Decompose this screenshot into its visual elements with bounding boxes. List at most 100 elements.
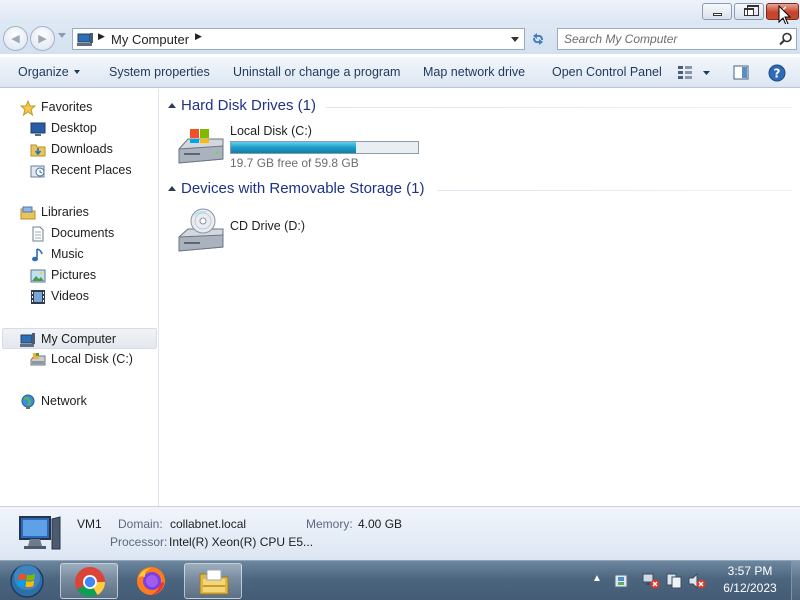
- breadcrumb-my-computer[interactable]: My Computer: [111, 32, 189, 47]
- libraries-icon: [20, 206, 36, 220]
- cd-drive-icon: [178, 208, 224, 252]
- nav-recent-places-label: Recent Places: [51, 163, 132, 177]
- back-arrow-icon: ◀: [11, 33, 20, 45]
- nav-videos-label: Videos: [51, 289, 89, 303]
- svg-text:?: ?: [774, 67, 781, 81]
- computer-icon: [20, 333, 35, 347]
- clock-time: 3:57 PM: [727, 564, 773, 578]
- nav-pictures-label: Pictures: [51, 268, 97, 282]
- collapse-arrow-icon[interactable]: [168, 186, 176, 191]
- drive-item-cd-drive-d[interactable]: CD Drive (D:): [176, 207, 376, 257]
- organize-button[interactable]: Organize: [18, 57, 80, 89]
- views-icon: [678, 66, 710, 79]
- volume-muted-icon[interactable]: [688, 573, 706, 589]
- preview-pane-button[interactable]: [733, 65, 749, 81]
- breadcrumb-separator-icon[interactable]: ▶: [195, 31, 202, 42]
- group-divider: [438, 190, 792, 191]
- search-icon[interactable]: [779, 32, 793, 46]
- memory-label: Memory:: [306, 517, 353, 531]
- group-divider: [326, 107, 792, 108]
- system-properties-button[interactable]: System properties: [109, 57, 210, 89]
- nav-downloads-label: Downloads: [51, 142, 113, 156]
- search-box[interactable]: [557, 28, 797, 50]
- preview-pane-icon: [733, 65, 749, 80]
- recent-pages-dropdown[interactable]: [58, 33, 66, 38]
- collapse-arrow-icon[interactable]: [168, 103, 176, 108]
- nav-local-disk[interactable]: Local Disk (C:): [30, 349, 150, 370]
- computer-icon: [77, 33, 93, 46]
- forward-button[interactable]: ▶: [30, 26, 55, 51]
- uninstall-program-button[interactable]: Uninstall or change a program: [233, 57, 400, 89]
- search-input[interactable]: [564, 31, 769, 47]
- nav-pictures[interactable]: Pictures: [30, 265, 150, 286]
- content-pane: Hard Disk Drives (1) Local Disk (C:) 19.…: [160, 89, 800, 506]
- minimize-button[interactable]: [702, 3, 732, 20]
- nav-recent-places[interactable]: Recent Places: [30, 160, 150, 181]
- map-network-drive-button[interactable]: Map network drive: [423, 57, 525, 89]
- details-pane: VM1 Domain: collabnet.local Memory: 4.00…: [0, 506, 800, 560]
- group-title: Devices with Removable Storage (1): [181, 180, 425, 197]
- address-history-dropdown[interactable]: [511, 37, 519, 42]
- processor-label: Processor:: [110, 535, 168, 549]
- taskbar: ▲ 3:57 PM 6/12/2023: [0, 560, 800, 600]
- refresh-icon[interactable]: [528, 29, 548, 49]
- help-icon: ?: [768, 64, 786, 82]
- forward-arrow-icon: ▶: [38, 33, 47, 45]
- taskbar-chrome[interactable]: [60, 563, 118, 599]
- show-hidden-icons-arrow-icon[interactable]: ▲: [592, 573, 602, 584]
- windows-explorer-folder-icon: [199, 569, 229, 595]
- disk-usage-fill: [231, 142, 357, 153]
- remote-display-icon[interactable]: [666, 573, 682, 589]
- nav-local-disk-label: Local Disk (C:): [51, 352, 133, 366]
- taskbar-firefox[interactable]: [122, 563, 180, 599]
- nav-documents-label: Documents: [51, 226, 115, 240]
- video-film-icon: [31, 290, 45, 304]
- domain-value: collabnet.local: [170, 517, 247, 531]
- group-header-hard-disk-drives[interactable]: Hard Disk Drives (1): [168, 97, 792, 117]
- clock-date: 6/12/2023: [723, 581, 777, 595]
- group-header-removable-storage[interactable]: Devices with Removable Storage (1): [168, 180, 792, 200]
- nav-videos[interactable]: Videos: [30, 286, 150, 307]
- nav-music-label: Music: [51, 247, 84, 261]
- nav-desktop[interactable]: Desktop: [30, 118, 150, 139]
- command-bar: Organize System properties Uninstall or …: [0, 56, 800, 88]
- firefox-icon: [137, 567, 165, 595]
- nav-my-computer[interactable]: My Computer: [2, 328, 157, 349]
- organize-label: Organize: [18, 65, 69, 79]
- nav-favorites-label: Favorites: [41, 100, 93, 114]
- back-button[interactable]: ◀: [3, 26, 28, 51]
- network-disconnected-icon[interactable]: [642, 573, 660, 589]
- restore-button[interactable]: [734, 3, 764, 20]
- domain-label: Domain:: [118, 517, 163, 531]
- taskbar-windows-explorer[interactable]: [184, 563, 242, 599]
- computer-icon: [19, 516, 61, 550]
- nav-libraries[interactable]: Libraries: [20, 202, 150, 223]
- help-button[interactable]: ?: [768, 64, 786, 82]
- breadcrumb-separator-icon[interactable]: ▶: [98, 31, 105, 42]
- nav-favorites[interactable]: Favorites: [20, 97, 150, 118]
- nav-network[interactable]: Network: [20, 391, 150, 412]
- open-control-panel-button[interactable]: Open Control Panel: [552, 57, 662, 89]
- disk-free-space: 19.7 GB free of 59.8 GB: [230, 156, 359, 170]
- action-center-flag-icon[interactable]: [614, 573, 630, 589]
- desktop-icon: [30, 122, 46, 136]
- drive-name: CD Drive (D:): [230, 219, 305, 233]
- nav-music[interactable]: Music: [30, 244, 150, 265]
- show-desktop-button[interactable]: [791, 561, 800, 600]
- address-bar[interactable]: ▶ My Computer ▶: [72, 28, 525, 50]
- nav-documents[interactable]: Documents: [30, 223, 150, 244]
- hard-disk-icon: [178, 129, 224, 164]
- music-note-icon: [32, 248, 43, 262]
- group-title: Hard Disk Drives (1): [181, 97, 317, 114]
- pictures-icon: [30, 269, 46, 283]
- nav-downloads[interactable]: Downloads: [30, 139, 150, 160]
- start-button[interactable]: [6, 562, 48, 600]
- title-bar: ✕: [0, 0, 800, 26]
- navigation-pane: Favorites Desktop Downloads Recent Place…: [0, 89, 159, 506]
- windows-start-orb-icon: [10, 564, 44, 598]
- taskbar-clock[interactable]: 3:57 PM 6/12/2023: [712, 563, 788, 599]
- chrome-icon: [75, 567, 105, 598]
- change-view-button[interactable]: [677, 65, 711, 81]
- hard-disk-icon: [30, 353, 46, 366]
- drive-item-local-disk-c[interactable]: Local Disk (C:) 19.7 GB free of 59.8 GB: [176, 123, 446, 173]
